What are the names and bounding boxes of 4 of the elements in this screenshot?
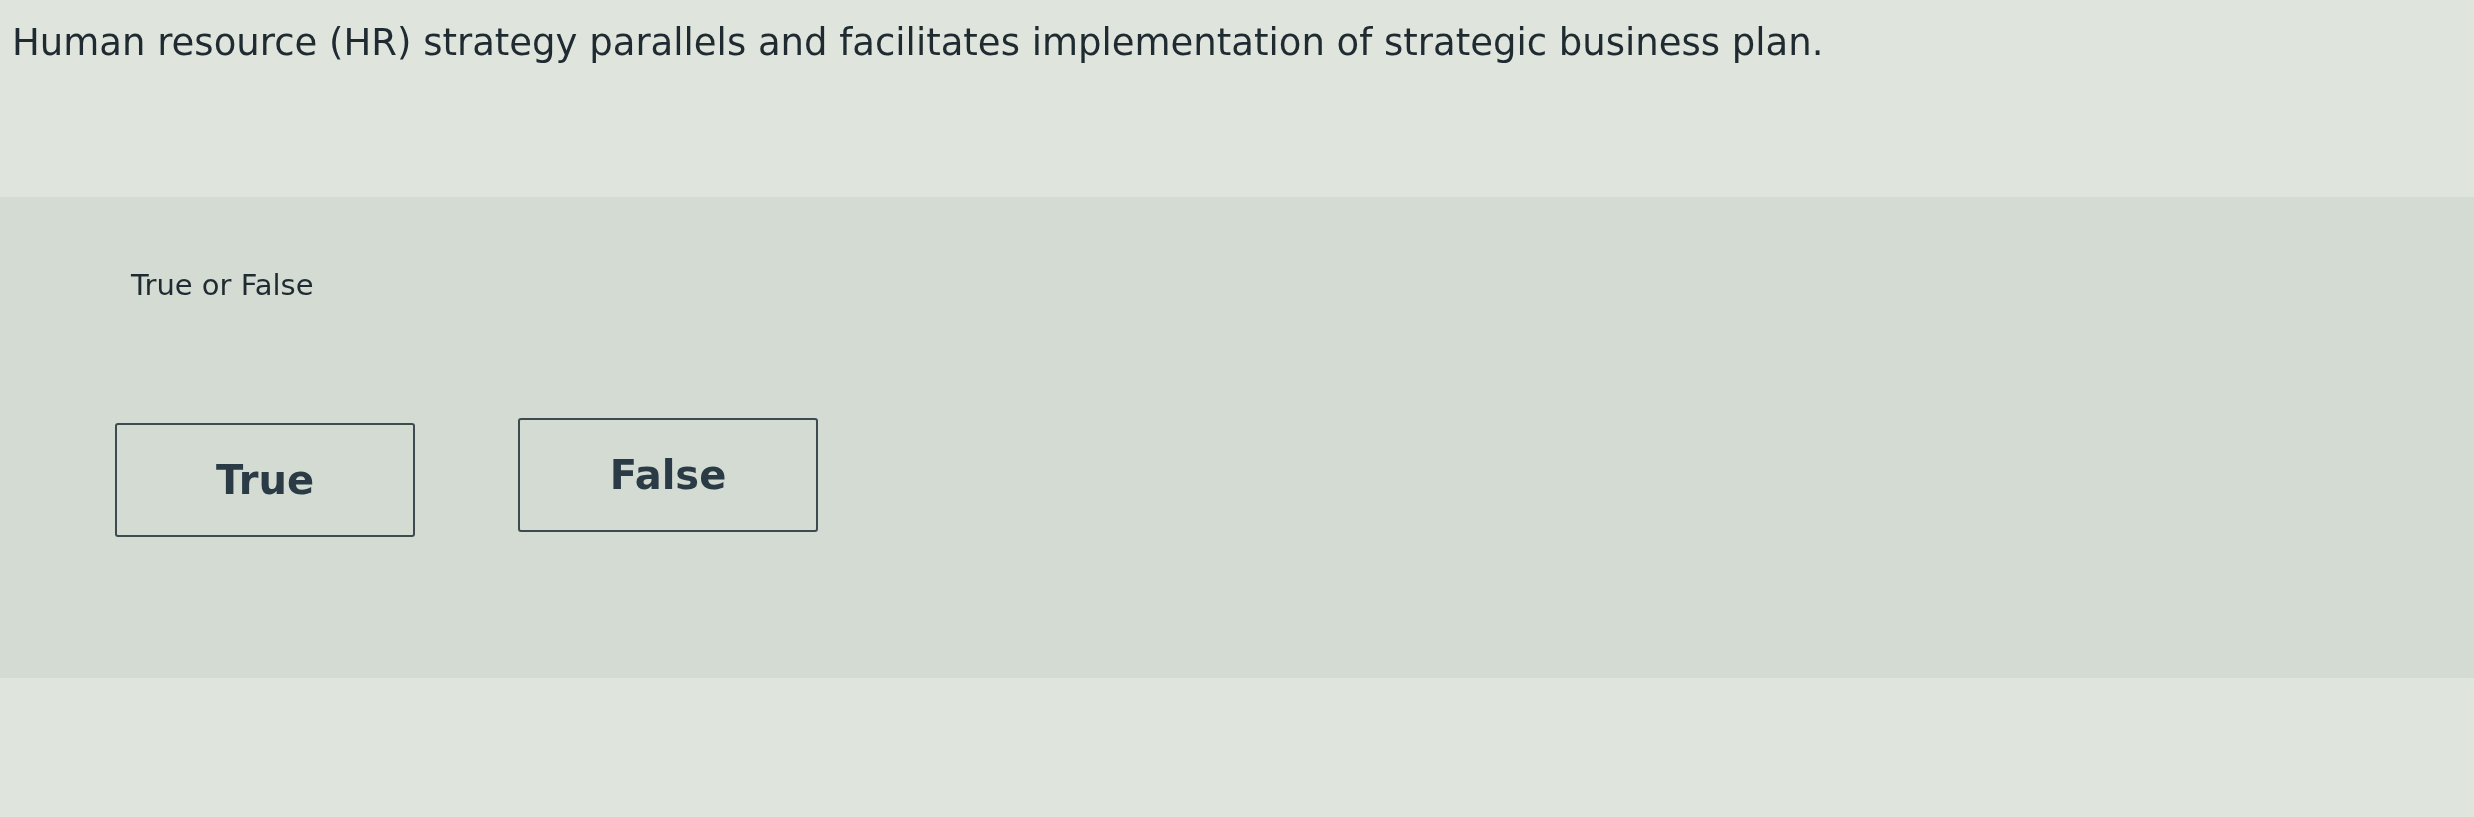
answer-button[interactable]: False xyxy=(518,418,818,532)
answer-button[interactable]: True xyxy=(115,423,415,537)
question-text: Human resource (HR) strategy parallels and facilitates implementation of strategic business plan. xyxy=(12,20,1824,66)
prompt-text: True or False xyxy=(131,267,314,303)
